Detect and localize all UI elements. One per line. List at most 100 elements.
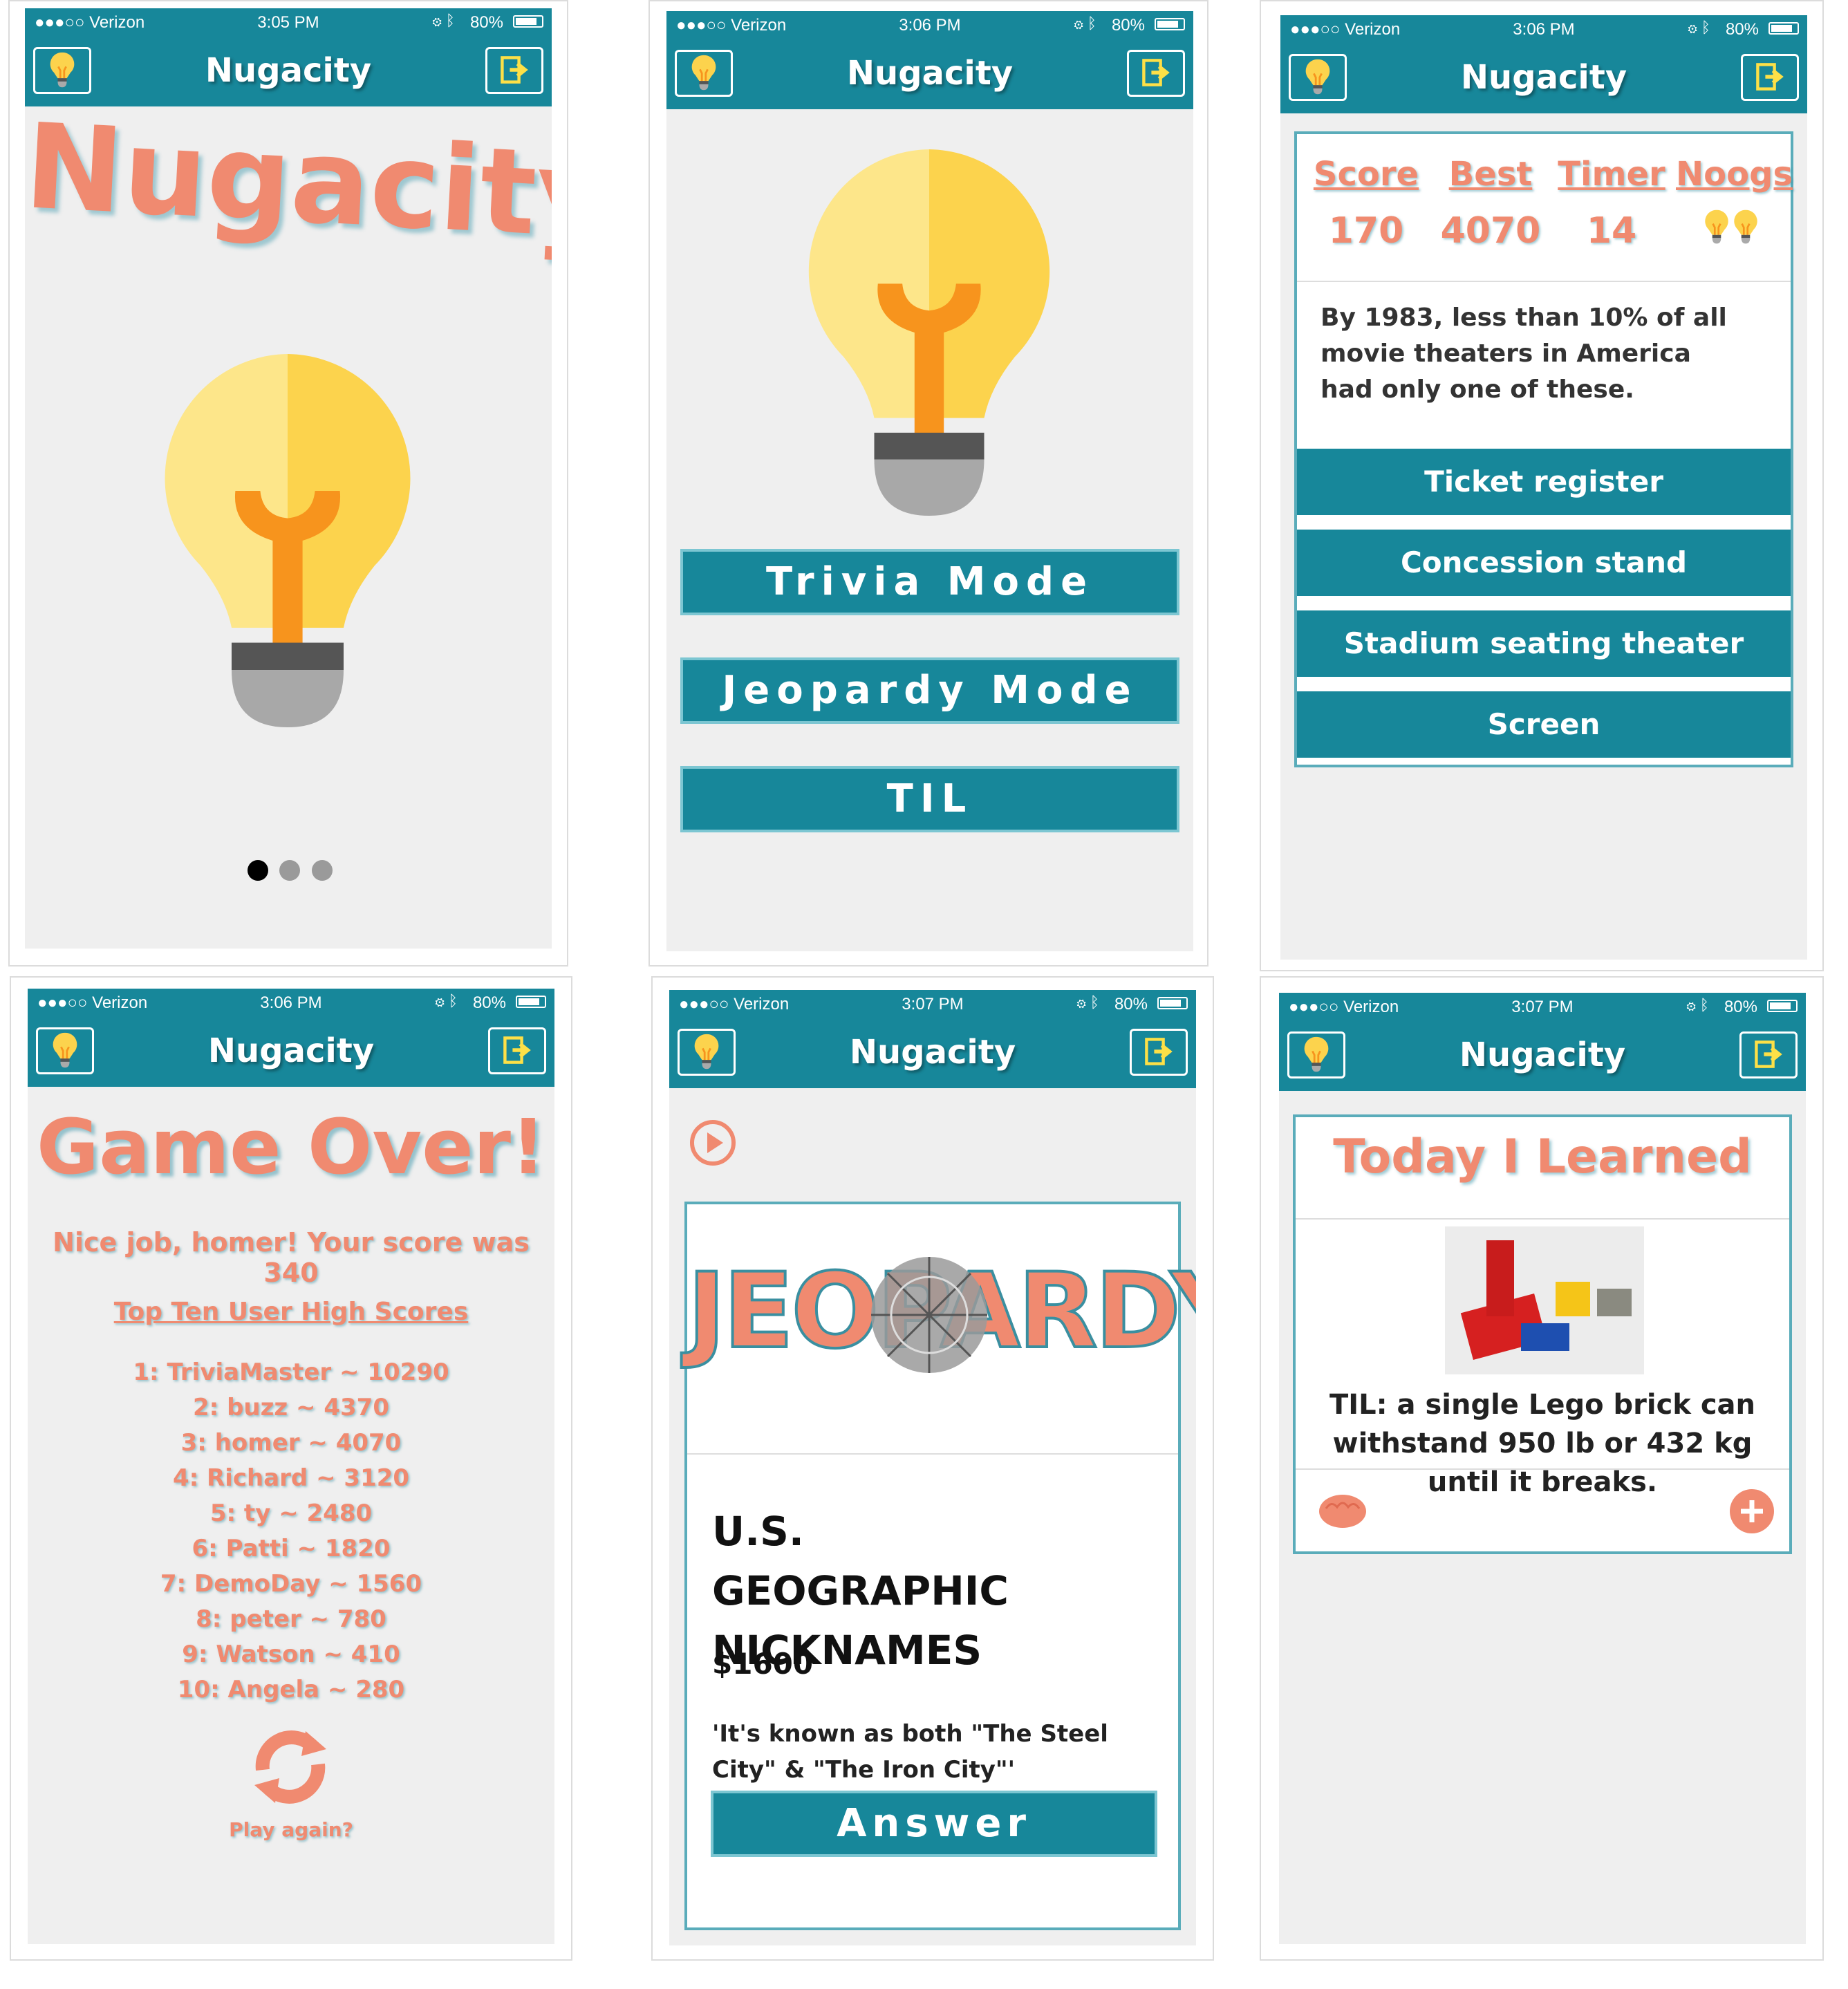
list-item: 3: homer ~ 4070 xyxy=(180,1429,402,1457)
lightbulb-icon xyxy=(805,149,1054,516)
bluetooth-icon: ⚙ ᛒ xyxy=(1688,19,1710,36)
divider xyxy=(687,1453,1178,1455)
app-title: Nugacity xyxy=(1459,1036,1626,1074)
battery-percent: 80% xyxy=(1114,995,1148,1014)
add-icon[interactable] xyxy=(1727,1486,1777,1536)
til-screen: ●●●○○ Verizon 3:07 PM ⚙ ᛒ 80% Nugacity T… xyxy=(1279,993,1806,1944)
exit-icon xyxy=(1144,1036,1174,1067)
brain-icon[interactable] xyxy=(1316,1491,1369,1532)
page-indicator[interactable] xyxy=(248,860,333,884)
page-dot[interactable] xyxy=(279,860,301,881)
logout-button[interactable] xyxy=(485,47,543,94)
exit-icon xyxy=(1753,1039,1784,1070)
gameover-title: Game Over! xyxy=(36,1103,546,1191)
battery-percent: 80% xyxy=(472,993,506,1012)
splash-logo-text: Nugacity xyxy=(25,98,552,266)
logout-button[interactable] xyxy=(1741,54,1799,101)
exit-icon xyxy=(502,1035,532,1065)
status-bar: ●●●○○ Verizon 3:06 PM ⚙ ᛒ 80% xyxy=(666,11,1193,37)
battery-percent: 80% xyxy=(1111,16,1145,35)
lego-image xyxy=(1445,1226,1644,1374)
battery-icon xyxy=(1155,18,1185,30)
app-title: Nugacity xyxy=(205,51,372,90)
trivia-mode-button[interactable]: Trivia Mode xyxy=(680,549,1179,615)
stat-best: Best 4070 xyxy=(1435,155,1546,252)
stat-value-best: 4070 xyxy=(1440,210,1541,252)
til-fact-text: TIL: a single Lego brick can withstand 9… xyxy=(1329,1389,1756,1498)
lightbulb-icon xyxy=(163,354,412,727)
status-bar: ●●●○○ Verizon 3:06 PM ⚙ ᛒ 80% xyxy=(28,989,554,1015)
stat-header-best: Best xyxy=(1448,155,1533,194)
bluetooth-icon: ⚙ ᛒ xyxy=(432,12,455,29)
logout-button[interactable] xyxy=(1739,1031,1798,1078)
list-item: 10: Angela ~ 280 xyxy=(177,1676,405,1703)
trivia-card: Score 170 Best 4070 Timer 14 Noogs By 19… xyxy=(1294,131,1793,767)
bluetooth-icon: ⚙ ᛒ xyxy=(435,992,458,1009)
battery-percent: 80% xyxy=(469,13,503,32)
til-mode-button[interactable]: TIL xyxy=(680,766,1179,832)
list-item: 7: DemoDay ~ 1560 xyxy=(160,1570,422,1598)
list-item: 5: ty ~ 2480 xyxy=(209,1500,373,1527)
lego-brick-red-stack xyxy=(1486,1240,1514,1316)
battery-percent: 80% xyxy=(1724,998,1757,1016)
page-dot[interactable] xyxy=(311,860,333,881)
exit-icon xyxy=(1141,57,1171,88)
divider xyxy=(1297,281,1791,282)
til-title: Today I Learned xyxy=(1333,1130,1752,1184)
play-icon[interactable] xyxy=(689,1119,737,1167)
nav-bar: Nugacity xyxy=(1280,41,1807,113)
battery-icon xyxy=(513,15,543,28)
battery-icon xyxy=(1768,22,1799,35)
answer-option-1[interactable]: Ticket register xyxy=(1297,449,1791,515)
nav-bar: Nugacity xyxy=(669,1016,1196,1088)
splash-screen: ●●●○○ Verizon 3:05 PM ⚙ ᛒ 80% Nugacity N… xyxy=(25,8,552,949)
app-title: Nugacity xyxy=(846,54,1014,93)
answer-option-4[interactable]: Screen xyxy=(1297,691,1791,758)
status-bar: ●●●○○ Verizon 3:07 PM ⚙ ᛒ 80% xyxy=(669,990,1196,1016)
page-dot-active[interactable] xyxy=(248,860,268,881)
bluetooth-icon: ⚙ ᛒ xyxy=(1686,996,1709,1014)
lego-brick-grey xyxy=(1597,1289,1632,1316)
logout-button[interactable] xyxy=(1130,1029,1188,1076)
battery-icon xyxy=(1157,997,1188,1009)
stat-timer: Timer 14 xyxy=(1553,155,1670,252)
disco-ball-icon xyxy=(871,1257,987,1373)
play-again-label[interactable]: Play again? xyxy=(28,1818,554,1841)
stats-row: Score 170 Best 4070 Timer 14 Noogs xyxy=(1297,155,1793,272)
score-message: Nice job, homer! Your score was 340 xyxy=(53,1227,530,1288)
jeopardy-card: JEOPARDY U.S. GEOGRAPHIC NICKNAMES $1600… xyxy=(684,1202,1196,1930)
jeopardy-mode-button[interactable]: Jeopardy Mode xyxy=(680,657,1179,724)
nav-bar: Nugacity xyxy=(28,1015,554,1087)
status-bar: ●●●○○ Verizon 3:07 PM ⚙ ᛒ 80% xyxy=(1279,993,1806,1019)
bluetooth-icon: ⚙ ᛒ xyxy=(1074,15,1096,32)
lego-brick-yellow xyxy=(1556,1282,1590,1316)
lego-brick-blue xyxy=(1521,1323,1569,1351)
answer-option-2[interactable]: Concession stand xyxy=(1297,530,1791,596)
high-scores-title: Top Ten User High Scores xyxy=(113,1298,469,1326)
question-text: By 1983, less than 10% of all movie thea… xyxy=(1320,304,1727,404)
list-item: 4: Richard ~ 3120 xyxy=(172,1464,410,1492)
battery-percent: 80% xyxy=(1725,20,1759,39)
logout-button[interactable] xyxy=(1127,50,1185,97)
stat-value-timer: 14 xyxy=(1586,210,1637,252)
status-bar: ●●●○○ Verizon 3:05 PM ⚙ ᛒ 80% xyxy=(25,8,552,35)
stat-header-noogs: Noogs xyxy=(1676,155,1793,194)
answer-button[interactable]: Answer xyxy=(711,1791,1157,1857)
logout-button[interactable] xyxy=(488,1027,546,1074)
nav-bar: Nugacity xyxy=(666,37,1193,109)
high-scores-list: 1: TriviaMaster ~ 10290 2: buzz ~ 4370 3… xyxy=(28,1355,554,1708)
list-item: 1: TriviaMaster ~ 10290 xyxy=(133,1358,449,1386)
lightbulb-icon[interactable] xyxy=(1704,209,1729,246)
battery-icon xyxy=(1767,1000,1798,1012)
stat-score: Score 170 xyxy=(1311,155,1421,252)
stat-header-score: Score xyxy=(1313,155,1419,194)
lightbulb-icon[interactable] xyxy=(1733,209,1758,246)
battery-icon xyxy=(516,996,546,1008)
refresh-icon[interactable] xyxy=(242,1721,339,1811)
answer-option-3[interactable]: Stadium seating theater xyxy=(1297,610,1791,677)
noogs-bulbs[interactable] xyxy=(1676,209,1786,249)
nav-bar: Nugacity xyxy=(25,35,552,106)
trivia-screen: ●●●○○ Verizon 3:06 PM ⚙ ᛒ 80% Nugacity S… xyxy=(1280,15,1807,960)
exit-icon xyxy=(1755,62,1785,92)
clue-value: $1600 xyxy=(712,1647,814,1681)
